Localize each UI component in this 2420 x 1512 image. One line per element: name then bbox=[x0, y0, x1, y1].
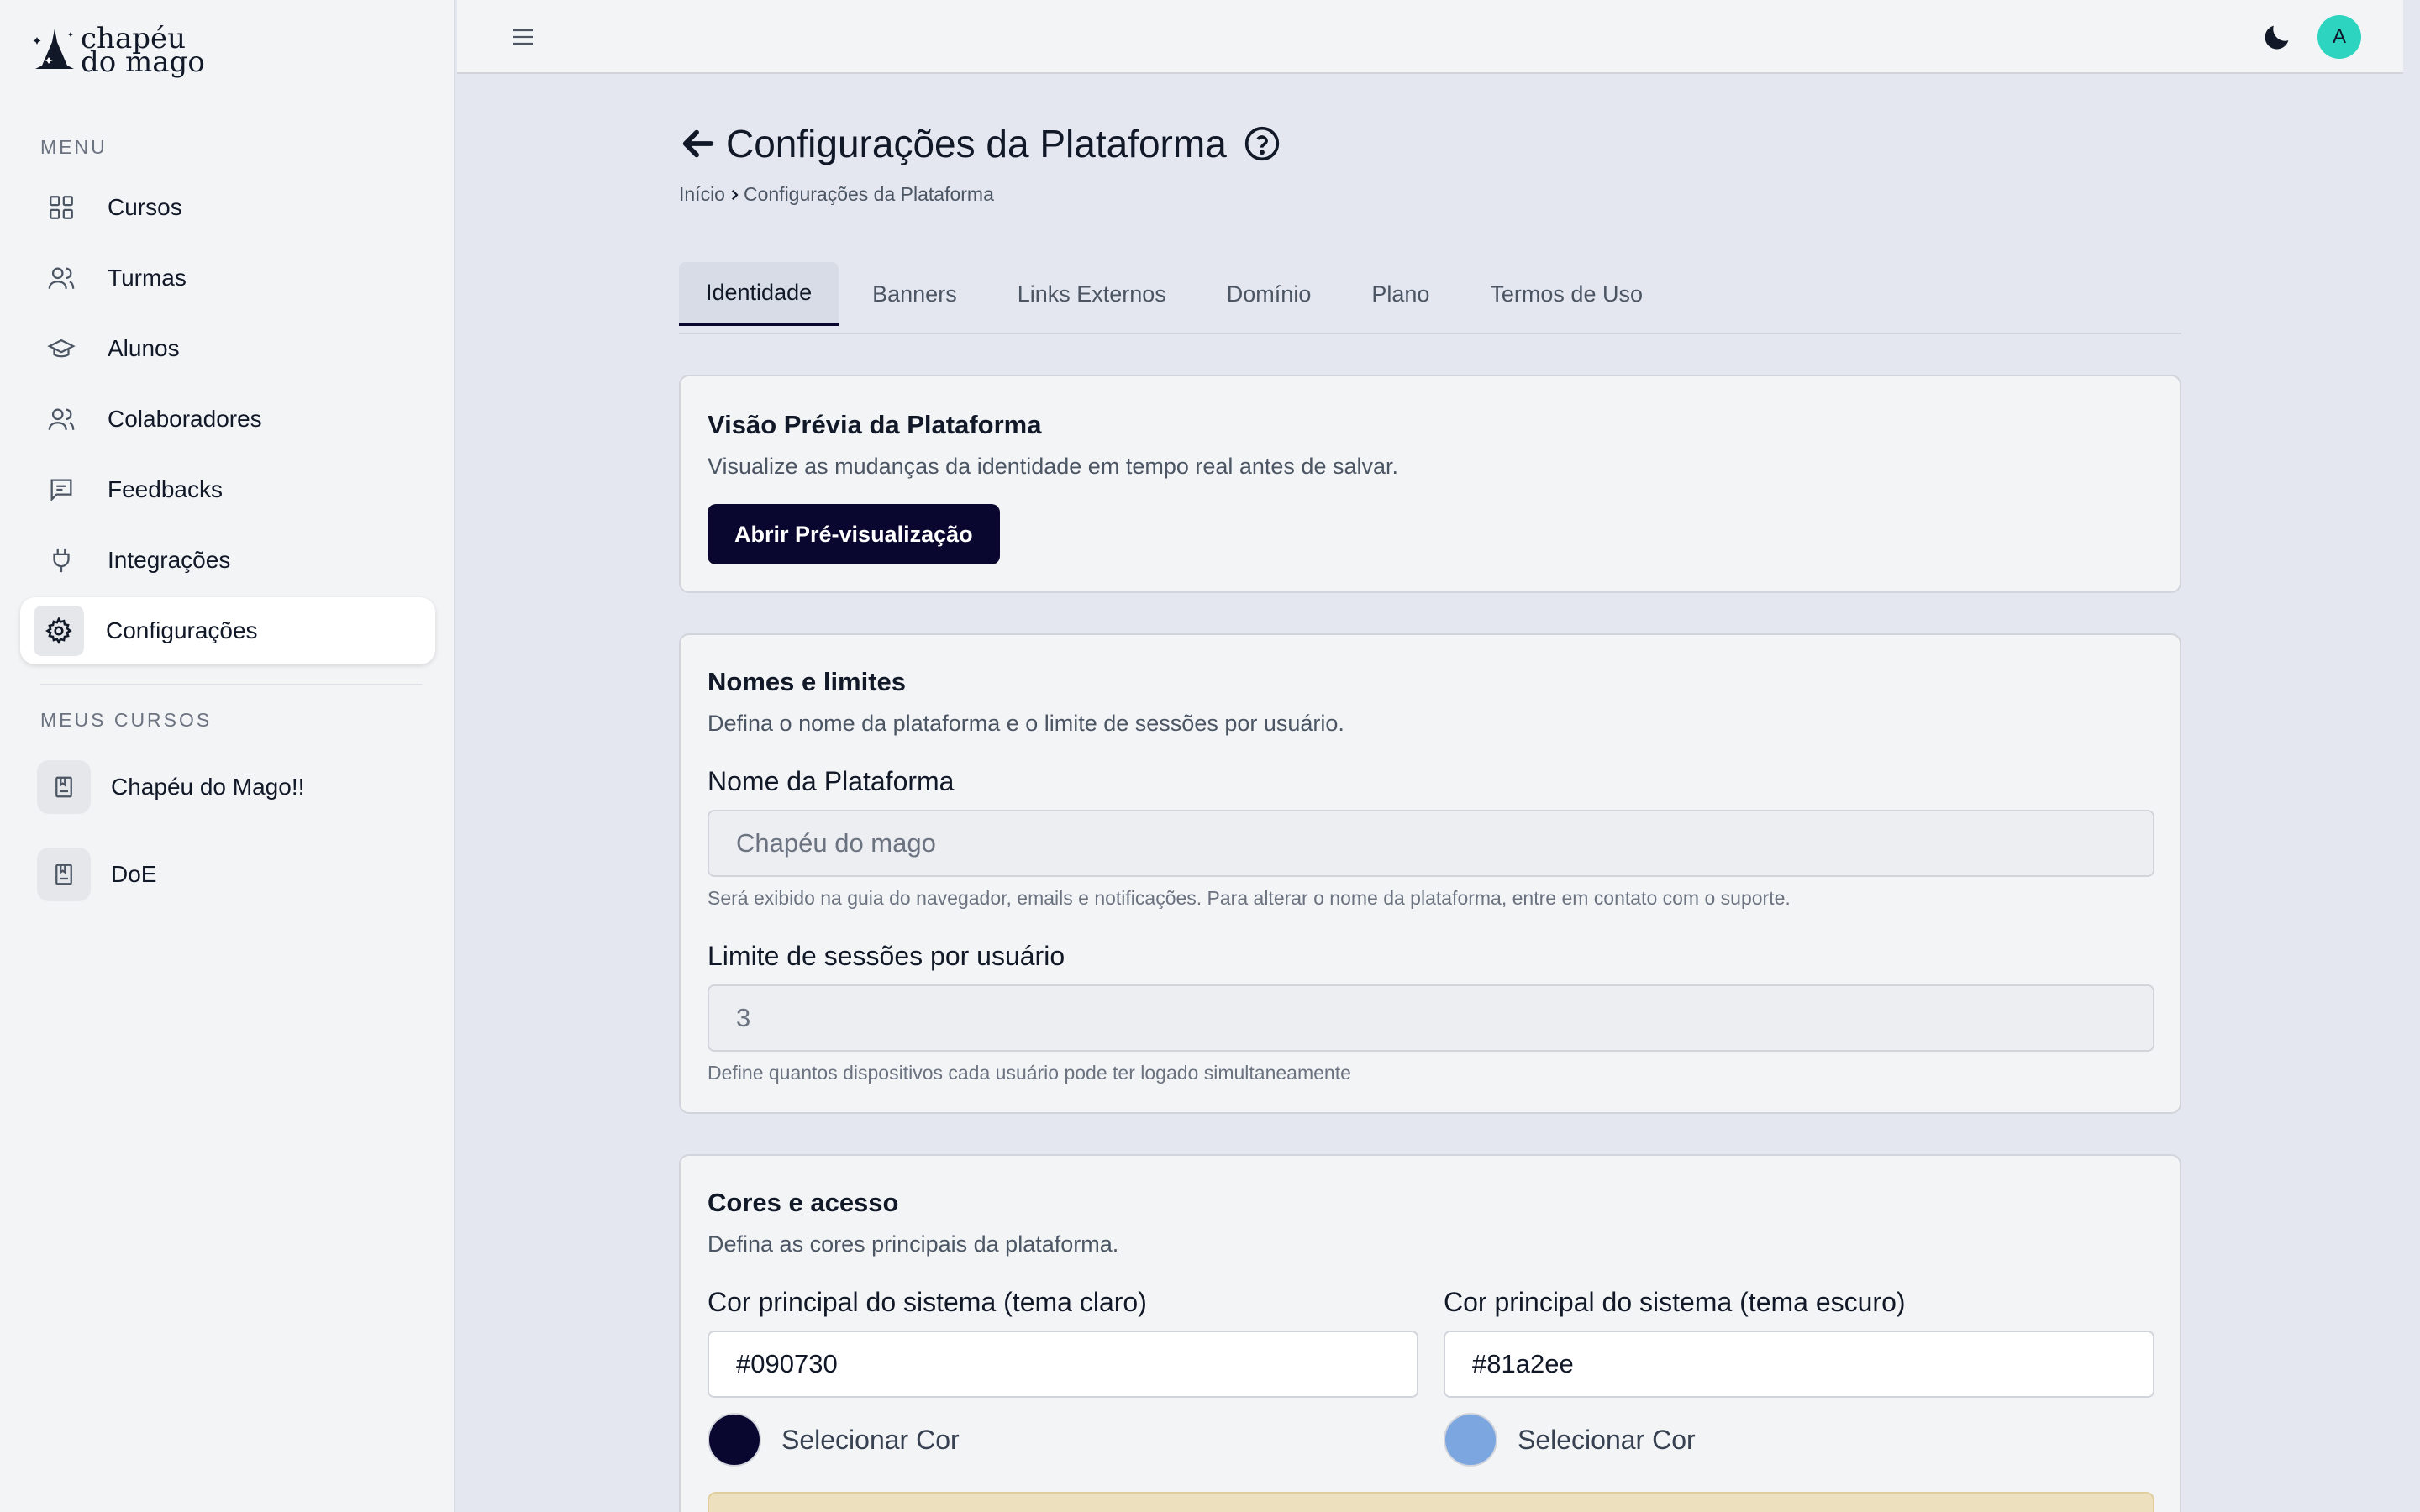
scrollbar-track[interactable] bbox=[2403, 0, 2420, 1512]
settings-tabs: Identidade Banners Links Externos Domíni… bbox=[679, 262, 2181, 334]
course-item-chapeu-do-mago[interactable]: Chapéu do Mago!! bbox=[37, 759, 432, 815]
book-icon bbox=[37, 848, 91, 901]
graduation-cap-icon bbox=[40, 328, 82, 370]
light-color-input[interactable]: #090730 bbox=[708, 1331, 1418, 1398]
my-courses-section-label: MEUS CURSOS bbox=[40, 709, 213, 731]
topbar: A bbox=[457, 0, 2403, 74]
sidebar-item-turmas[interactable]: Turmas bbox=[20, 244, 435, 312]
tab-dominio[interactable]: Domínio bbox=[1200, 262, 1339, 326]
users-icon bbox=[40, 257, 82, 299]
sessions-limit-input[interactable]: 3 bbox=[708, 984, 2154, 1052]
preview-card-subtitle: Visualize as mudanças da identidade em t… bbox=[708, 454, 1398, 479]
open-preview-button[interactable]: Abrir Pré-visualização bbox=[708, 504, 1000, 564]
brand-line2: do mago bbox=[81, 45, 205, 79]
sidebar-item-colaboradores[interactable]: Colaboradores bbox=[20, 386, 435, 453]
preview-card: Visão Prévia da Plataforma Visualize as … bbox=[679, 375, 2181, 593]
sidebar: chapéu do mago MENU Cursos Turmas Alunos… bbox=[0, 0, 455, 1512]
sidebar-item-label: Configurações bbox=[106, 617, 258, 643]
team-icon bbox=[40, 398, 82, 440]
sidebar-item-label: Integrações bbox=[108, 547, 231, 573]
light-color-label: Cor principal do sistema (tema claro) bbox=[708, 1287, 1147, 1317]
sessions-limit-label: Limite de sessões por usuário bbox=[708, 941, 1065, 971]
avatar[interactable]: A bbox=[2317, 15, 2361, 59]
sidebar-item-integracoes[interactable]: Integrações bbox=[20, 527, 435, 594]
dark-color-picker[interactable]: Selecionar Cor bbox=[1444, 1413, 1696, 1467]
sidebar-item-label: Turmas bbox=[108, 265, 187, 291]
gear-icon bbox=[34, 606, 84, 656]
breadcrumb-home-link[interactable]: Início bbox=[679, 183, 725, 206]
menu-icon[interactable] bbox=[509, 24, 536, 50]
platform-name-help: Será exibido na guia do navegador, email… bbox=[708, 887, 1791, 909]
page-title: Configurações da Plataforma bbox=[726, 122, 1227, 165]
dark-color-input[interactable]: #81a2ee bbox=[1444, 1331, 2154, 1398]
colors-access-card: Cores e acesso Defina as cores principai… bbox=[679, 1154, 2181, 1512]
dark-mode-toggle-icon[interactable] bbox=[2260, 20, 2294, 54]
course-label: DoE bbox=[111, 861, 157, 887]
names-card-title: Nomes e limites bbox=[708, 667, 907, 696]
tab-termos-de-uso[interactable]: Termos de Uso bbox=[1463, 262, 1670, 326]
notice-banner bbox=[708, 1492, 2154, 1512]
preview-card-title: Visão Prévia da Plataforma bbox=[708, 410, 1042, 439]
course-item-doe[interactable]: DoE bbox=[37, 847, 432, 902]
select-color-label: Selecionar Cor bbox=[781, 1424, 960, 1455]
breadcrumb: Início Configurações da Plataforma bbox=[679, 183, 994, 206]
tab-plano[interactable]: Plano bbox=[1344, 262, 1456, 326]
back-arrow-icon[interactable] bbox=[679, 124, 718, 163]
page-header: Configurações da Plataforma bbox=[679, 121, 1281, 166]
dark-color-swatch[interactable] bbox=[1444, 1413, 1497, 1467]
breadcrumb-current: Configurações da Plataforma bbox=[743, 183, 994, 205]
book-icon bbox=[37, 760, 91, 814]
light-color-picker[interactable]: Selecionar Cor bbox=[708, 1413, 960, 1467]
sidebar-item-label: Feedbacks bbox=[108, 476, 223, 502]
sidebar-item-alunos[interactable]: Alunos bbox=[20, 315, 435, 382]
grid-icon bbox=[40, 186, 82, 228]
help-icon[interactable] bbox=[1244, 125, 1281, 162]
sidebar-item-label: Cursos bbox=[108, 194, 182, 220]
light-color-swatch[interactable] bbox=[708, 1413, 761, 1467]
brand-logo[interactable]: chapéu do mago bbox=[32, 24, 205, 79]
tab-banners[interactable]: Banners bbox=[845, 262, 984, 326]
menu-section-label: MENU bbox=[40, 136, 108, 158]
course-label: Chapéu do Mago!! bbox=[111, 774, 305, 800]
colors-card-title: Cores e acesso bbox=[708, 1188, 899, 1217]
message-icon bbox=[40, 469, 82, 511]
colors-card-subtitle: Defina as cores principais da plataforma… bbox=[708, 1231, 1119, 1257]
names-limits-card: Nomes e limites Defina o nome da platafo… bbox=[679, 633, 2181, 1114]
sidebar-item-label: Colaboradores bbox=[108, 406, 262, 432]
tab-links-externos[interactable]: Links Externos bbox=[991, 262, 1193, 326]
sidebar-divider bbox=[40, 684, 422, 685]
tab-identidade[interactable]: Identidade bbox=[679, 262, 839, 326]
sidebar-item-cursos[interactable]: Cursos bbox=[20, 174, 435, 241]
plug-icon bbox=[40, 539, 82, 581]
wizard-hat-icon bbox=[33, 29, 74, 69]
select-color-label: Selecionar Cor bbox=[1518, 1424, 1696, 1455]
sidebar-item-configuracoes[interactable]: Configurações bbox=[20, 597, 435, 664]
sidebar-item-label: Alunos bbox=[108, 335, 180, 361]
sidebar-item-feedbacks[interactable]: Feedbacks bbox=[20, 456, 435, 523]
platform-name-label: Nome da Plataforma bbox=[708, 766, 955, 796]
names-card-subtitle: Defina o nome da plataforma e o limite d… bbox=[708, 711, 1344, 736]
dark-color-label: Cor principal do sistema (tema escuro) bbox=[1444, 1287, 1906, 1317]
sessions-limit-help: Define quantos dispositivos cada usuário… bbox=[708, 1062, 1351, 1084]
platform-name-input[interactable]: Chapéu do mago bbox=[708, 810, 2154, 877]
chevron-right-icon bbox=[731, 189, 739, 200]
